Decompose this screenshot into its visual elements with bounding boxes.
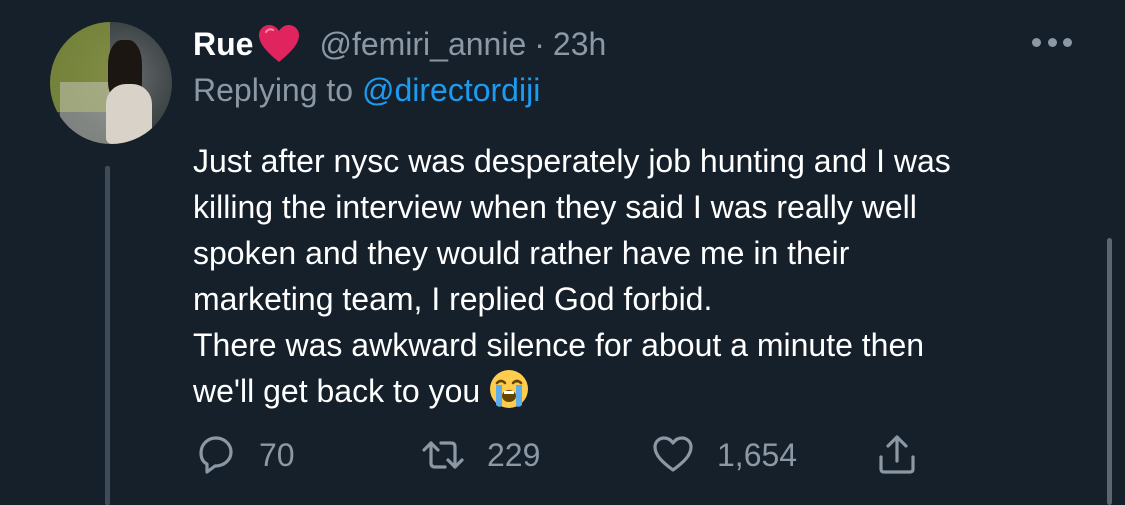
tweet-header: Rue @femiri_annie · 23h [193,24,606,64]
loudly-crying-face-icon [490,370,529,408]
separator-dot: · [534,25,545,62]
more-dot [1047,37,1057,47]
retweet-count: 229 [487,436,541,473]
tweet-body-last-line: we'll get back to you [193,368,1073,414]
more-dot [1032,37,1041,47]
tweet-body-line: spoken and they would rather have me in … [193,235,850,271]
red-heart-icon [259,25,300,62]
scrollbar[interactable] [1107,238,1112,505]
reply-button[interactable]: 70 [193,430,295,480]
like-count: 1,654 [717,436,798,473]
timestamp[interactable]: 23h [553,26,606,63]
like-icon [653,436,693,472]
tweet-body-line: There was awkward silence for about a mi… [193,327,925,363]
tweet-body-line: we'll get back to you [193,373,481,409]
like-button[interactable]: 1,654 [651,430,797,480]
tweet-body-line: Just after nysc was desperately job hunt… [193,143,951,179]
replying-to: Replying to @directordiji [193,72,540,109]
reply-icon [199,436,233,474]
thread-line [105,166,110,505]
tweet-body: Just after nysc was desperately job hunt… [193,138,1073,414]
share-icon [879,435,915,474]
user-handle[interactable]: @femiri_annie [319,26,526,63]
display-name[interactable]: Rue [193,26,253,63]
retweet-button[interactable]: 229 [421,430,540,480]
reply-count: 70 [259,436,295,473]
avatar-figure-body [106,84,152,144]
action-bar: 70 229 1,654 [193,430,933,480]
more-dot [1063,37,1072,47]
replying-mention-link[interactable]: @directordiji [362,72,540,108]
tweet-body-line: marketing team, I replied God forbid. [193,281,713,317]
avatar[interactable] [50,22,172,144]
tweet-body-line: killing the interview when they said I w… [193,189,917,225]
avatar-background-light [60,82,110,144]
share-button[interactable] [875,430,919,480]
retweet-icon [422,441,464,469]
more-icon[interactable] [1032,30,1072,54]
replying-prefix: Replying to [193,72,354,108]
